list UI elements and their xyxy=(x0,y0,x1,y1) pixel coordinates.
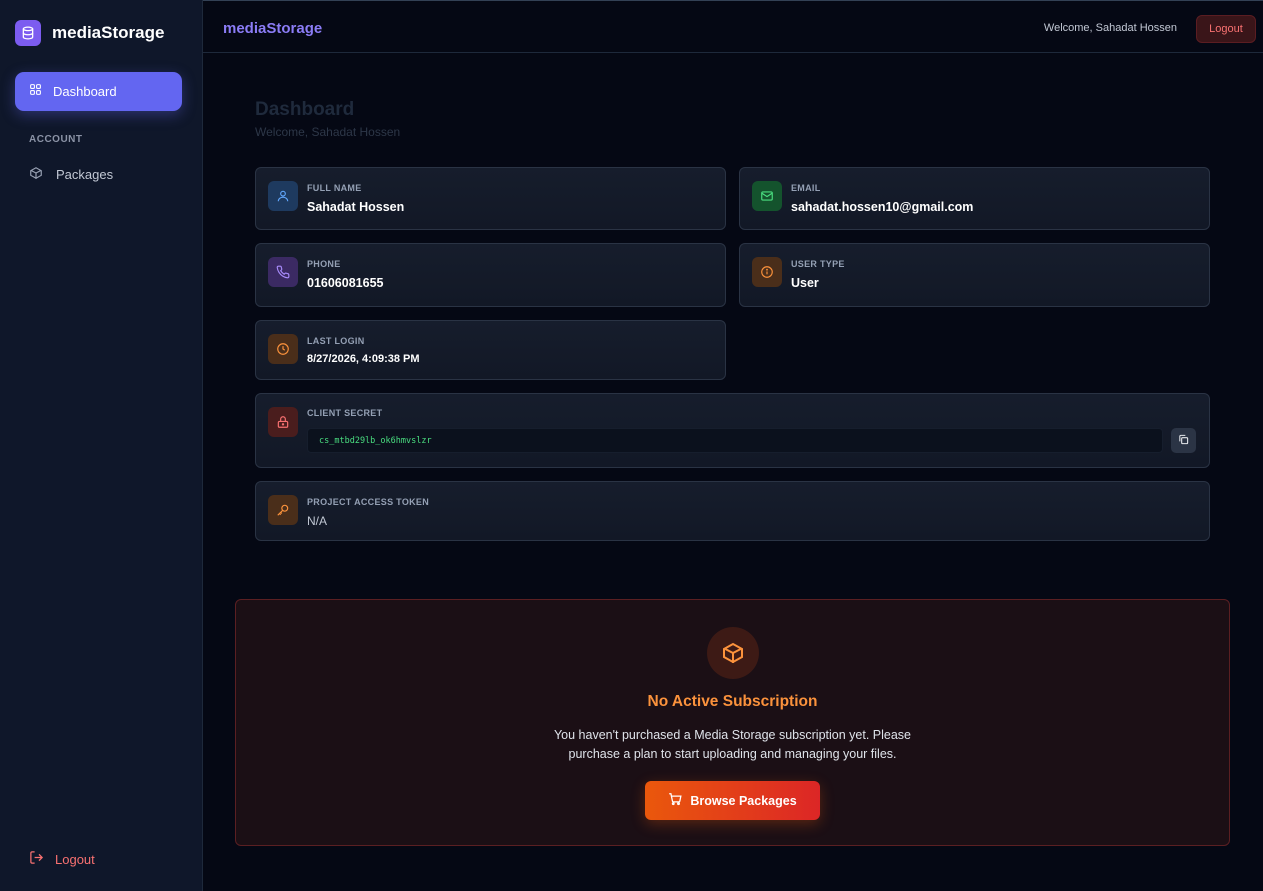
email-card: EMAIL sahadat.hossen10@gmail.com xyxy=(739,167,1210,230)
topbar: mediaStorage Welcome, Sahadat Hossen Log… xyxy=(203,0,1263,53)
logout-icon xyxy=(29,850,44,868)
welcome-text: Welcome, Sahadat Hossen xyxy=(1043,22,1177,34)
field-value: 01606081655 xyxy=(307,276,384,290)
info-icon xyxy=(752,257,782,287)
field-label: EMAIL xyxy=(791,183,821,193)
sidebar-item-label: Packages xyxy=(56,167,114,182)
sidebar-item-packages[interactable]: Packages xyxy=(29,166,113,183)
browse-packages-label: Browse Packages xyxy=(690,793,797,808)
cart-icon xyxy=(668,792,682,809)
sidebar: mediaStorage Dashboard ACCOUNT Packages … xyxy=(0,0,203,891)
full-name-card: FULL NAME Sahadat Hossen xyxy=(255,167,726,230)
phone-card: PHONE 01606081655 xyxy=(255,243,726,307)
page-subtitle: Welcome, Sahadat Hossen xyxy=(255,125,401,139)
grid-icon xyxy=(29,83,42,101)
sidebar-logout-button[interactable]: Logout xyxy=(29,850,95,868)
logout-button[interactable]: Logout xyxy=(1196,15,1256,43)
client-secret-value: cs_mtbd29lb_ok6hmvslzr xyxy=(319,436,432,446)
key-icon xyxy=(268,495,298,525)
field-value: User xyxy=(791,276,819,290)
field-label: CLIENT SECRET xyxy=(307,408,383,418)
client-secret-field[interactable]: cs_mtbd29lb_ok6hmvslzr xyxy=(307,428,1163,453)
subscription-title: No Active Subscription xyxy=(647,693,818,710)
lock-icon xyxy=(268,407,298,437)
field-value: 8/27/2026, 4:09:38 PM xyxy=(307,353,420,365)
field-label: LAST LOGIN xyxy=(307,336,365,346)
user-icon xyxy=(268,181,298,211)
clock-icon xyxy=(268,334,298,364)
sidebar-item-label: Dashboard xyxy=(53,84,117,99)
box-icon xyxy=(29,166,43,183)
logout-label: Logout xyxy=(55,851,95,867)
subscription-message-line: purchase a plan to start uploading and m… xyxy=(568,747,897,761)
subscription-message-line: You haven't purchased a Media Storage su… xyxy=(553,728,911,742)
phone-icon xyxy=(268,257,298,287)
field-label: FULL NAME xyxy=(307,183,362,193)
access-token-card: PROJECT ACCESS TOKEN N/A xyxy=(255,481,1210,541)
field-value: N/A xyxy=(307,514,328,528)
field-label: PHONE xyxy=(307,259,341,269)
brand[interactable]: mediaStorage xyxy=(15,20,164,46)
copy-button[interactable] xyxy=(1171,428,1196,453)
browse-packages-button[interactable]: Browse Packages xyxy=(645,781,820,820)
subscription-message: You haven't purchased a Media Storage su… xyxy=(236,726,1229,764)
field-label: PROJECT ACCESS TOKEN xyxy=(307,497,430,507)
package-icon xyxy=(707,627,759,679)
client-secret-card: CLIENT SECRET cs_mtbd29lb_ok6hmvslzr xyxy=(255,393,1210,468)
field-value: Sahadat Hossen xyxy=(307,200,405,214)
user-type-card: USER TYPE User xyxy=(739,243,1210,307)
topbar-brand[interactable]: mediaStorage xyxy=(223,20,322,37)
mail-icon xyxy=(752,181,782,211)
field-label: USER TYPE xyxy=(791,259,845,269)
field-value: sahadat.hossen10@gmail.com xyxy=(791,200,974,214)
subscription-notice: No Active Subscription You haven't purch… xyxy=(235,599,1230,846)
copy-icon xyxy=(1178,432,1189,450)
section-label-account: ACCOUNT xyxy=(29,134,83,145)
sidebar-item-dashboard[interactable]: Dashboard xyxy=(15,72,182,111)
brand-name: mediaStorage xyxy=(52,23,165,42)
page-title: Dashboard xyxy=(255,99,355,120)
last-login-card: LAST LOGIN 8/27/2026, 4:09:38 PM xyxy=(255,320,726,380)
database-icon xyxy=(15,20,41,46)
